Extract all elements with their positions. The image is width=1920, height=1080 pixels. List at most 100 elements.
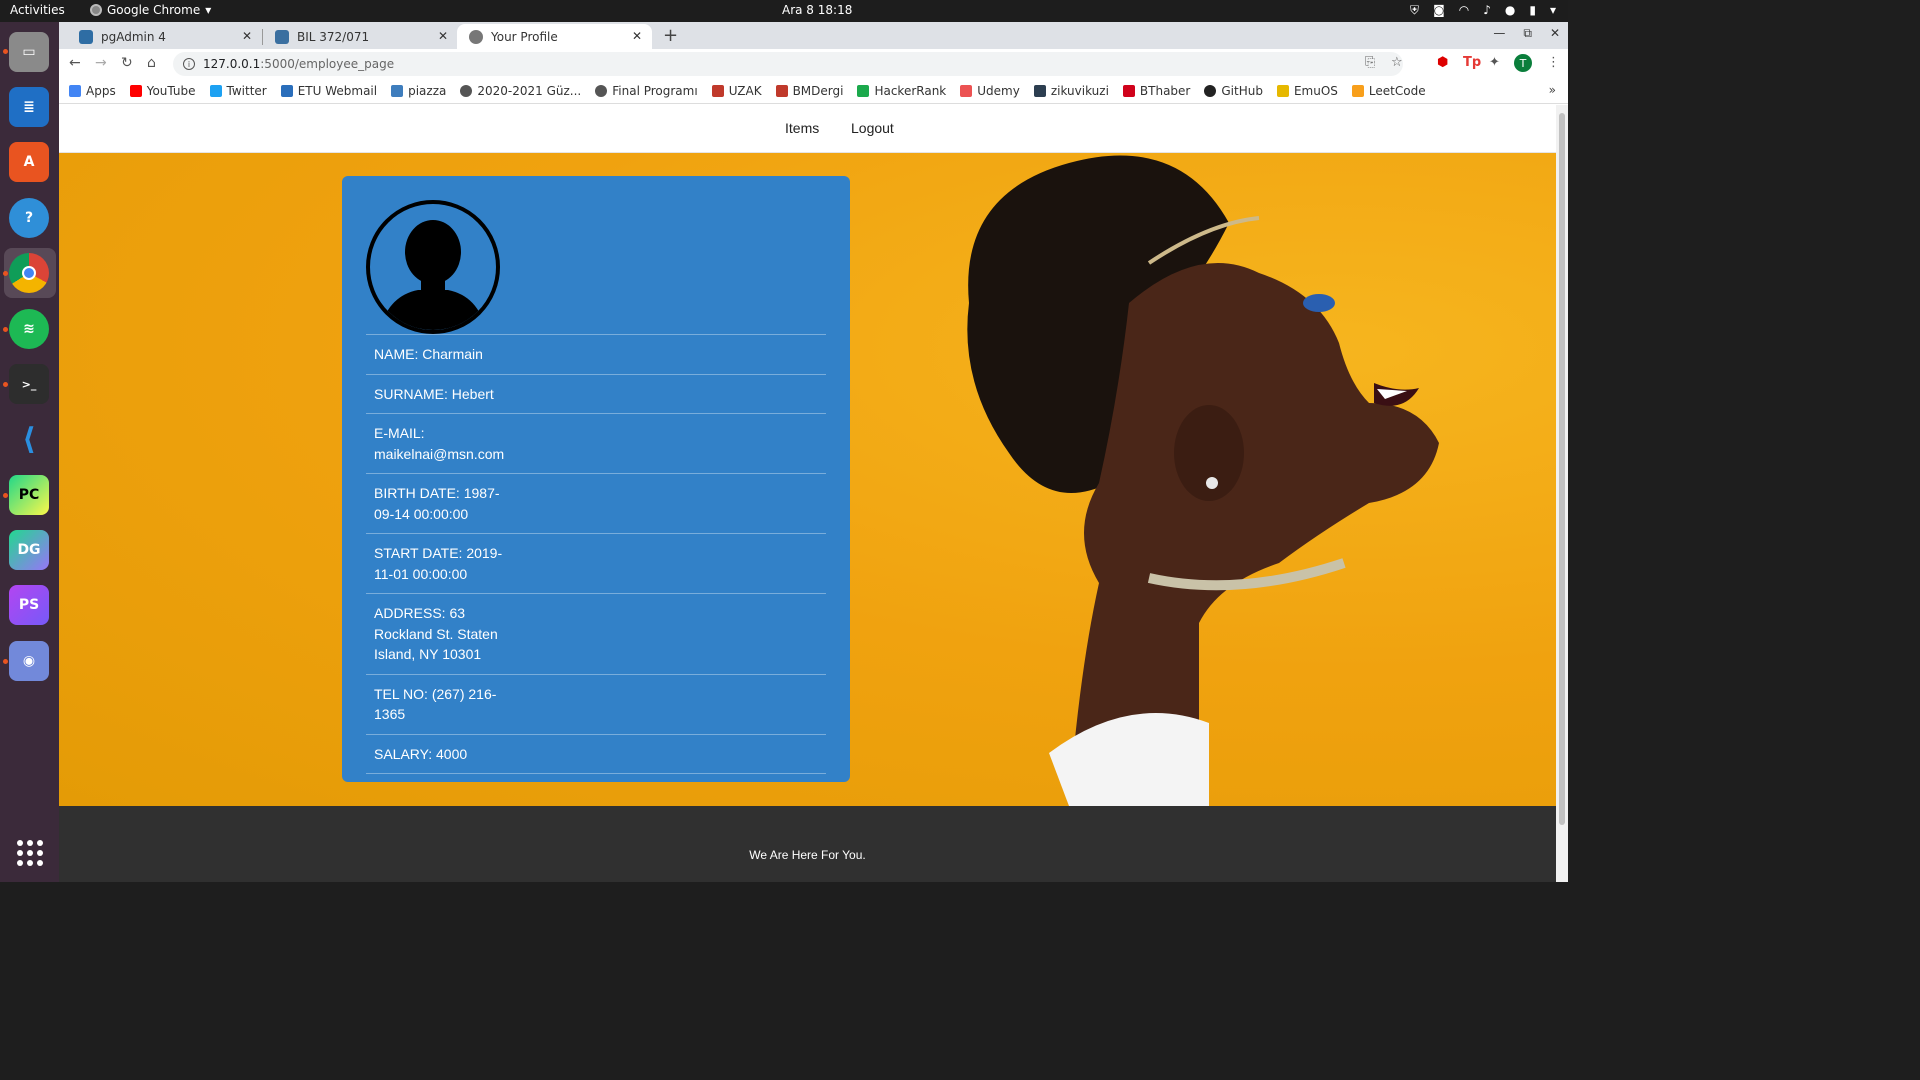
chrome-dock-icon[interactable]	[9, 253, 49, 293]
home-icon[interactable]: ⌂	[147, 55, 156, 71]
bookmark-emuos[interactable]: EmuOS	[1276, 84, 1338, 98]
bookmark-final-programi[interactable]: Final Programı	[595, 84, 698, 98]
bookmark-etu-webmail[interactable]: ETU Webmail	[280, 84, 377, 98]
star-icon[interactable]: ☆	[1391, 55, 1403, 70]
nav-items-link[interactable]: Items	[785, 120, 819, 136]
bookmark-piazza[interactable]: piazza	[391, 84, 446, 98]
field-text: E-MAIL: maikelnai@msn.com	[374, 425, 505, 462]
bookmark-label: BThaber	[1139, 84, 1191, 98]
software-center-icon[interactable]: A	[9, 142, 49, 182]
battery-icon[interactable]: ▮	[1529, 3, 1536, 18]
profile-card: NAME: Charmain SURNAME: Hebert E-MAIL: m…	[342, 176, 850, 782]
hero-section: NAME: Charmain SURNAME: Hebert E-MAIL: m…	[59, 153, 1556, 806]
bookmark-label: LeetCode	[1368, 84, 1426, 98]
bookmark-label: piazza	[408, 84, 447, 98]
files-icon[interactable]: ▭	[9, 32, 49, 72]
pycharm-icon[interactable]: PC	[9, 475, 49, 515]
bookmark-bmdergi[interactable]: BMDergi	[775, 84, 843, 98]
tab-label: pgAdmin 4	[101, 29, 166, 44]
restore-icon[interactable]: ⧉	[1523, 26, 1532, 41]
bookmark-apps[interactable]: Apps	[69, 84, 116, 98]
scrollbar-thumb[interactable]	[1559, 113, 1565, 825]
minimize-icon[interactable]: —	[1493, 26, 1505, 41]
leetcode-icon	[1351, 85, 1364, 97]
globe-favicon-icon	[469, 29, 483, 44]
bookmark-label: Udemy	[977, 84, 1020, 98]
nav-logout-link[interactable]: Logout	[851, 120, 894, 136]
clock[interactable]: Ara 8 18:18	[782, 3, 852, 17]
field-text: NAME: Charmain	[374, 346, 483, 362]
tab-label: Your Profile	[491, 29, 558, 44]
person-silhouette-icon	[380, 220, 486, 330]
phpstorm-icon[interactable]: PS	[9, 585, 49, 625]
spotify-icon[interactable]: ≋	[9, 309, 49, 349]
extensions-puzzle-icon[interactable]: ✦	[1489, 55, 1500, 70]
tab-your-profile[interactable]: Your Profile ✕	[457, 24, 652, 49]
piazza-favicon-icon	[275, 29, 289, 44]
bookmark-twitter[interactable]: Twitter	[209, 84, 267, 98]
close-icon[interactable]: ✕	[438, 29, 448, 43]
profile-avatar[interactable]: T	[1514, 54, 1532, 72]
bookmark-guz[interactable]: 2020-2021 Güz...	[460, 84, 581, 98]
bookmark-label: EmuOS	[1293, 84, 1338, 98]
app-menu[interactable]: Google Chrome ▾	[90, 3, 211, 17]
twitter-icon	[209, 85, 222, 97]
bookmark-label: zikuvikuzi	[1050, 84, 1109, 98]
reload-icon[interactable]: ↻	[121, 55, 133, 71]
tab-bil[interactable]: BIL 372/071 ✕	[263, 24, 458, 49]
activities-button[interactable]: Activities	[10, 3, 65, 17]
running-indicator	[3, 49, 8, 54]
close-icon[interactable]: ✕	[632, 29, 642, 43]
globe-icon	[460, 85, 473, 97]
discord-tray-icon[interactable]: ◙	[1433, 3, 1445, 18]
back-icon[interactable]: ←	[69, 55, 81, 71]
extension-tp-icon[interactable]: Tp	[1463, 55, 1481, 70]
vscode-icon[interactable]: ⟨	[9, 419, 49, 459]
hackerrank-icon	[857, 85, 870, 97]
running-indicator	[3, 382, 8, 387]
close-window-icon[interactable]: ✕	[1550, 26, 1560, 41]
new-tab-button[interactable]: +	[663, 25, 678, 46]
terminal-icon[interactable]: >_	[9, 364, 49, 404]
datagrip-icon[interactable]: DG	[9, 530, 49, 570]
field-text: SURNAME: Hebert	[374, 385, 494, 402]
show-apps-icon[interactable]	[17, 840, 43, 866]
avatar	[366, 200, 500, 334]
field-name: NAME: Charmain	[366, 334, 826, 374]
forward-icon[interactable]: →	[95, 55, 107, 71]
volume-icon[interactable]: ♪	[1483, 3, 1491, 18]
bookmarks-overflow-icon[interactable]: »	[1549, 83, 1556, 97]
bookmark-hackerrank[interactable]: HackerRank	[857, 84, 946, 98]
os-top-bar: Activities Google Chrome ▾ Ara 8 18:18 ⛨…	[0, 0, 1568, 22]
translate-icon[interactable]: ⎘	[1365, 55, 1375, 70]
bookmarks-bar: Apps YouTube Twitter ETU Webmail piazza …	[59, 79, 1568, 104]
close-icon[interactable]: ✕	[242, 29, 252, 43]
page-scrollbar[interactable]	[1556, 105, 1568, 882]
wifi-icon[interactable]: ◠	[1459, 3, 1469, 18]
globe-icon	[595, 85, 608, 97]
bookmark-zikuvikuzi[interactable]: zikuvikuzi	[1033, 84, 1109, 98]
bookmark-uzak[interactable]: UZAK	[711, 84, 762, 98]
menu-kebab-icon[interactable]: ⋮	[1547, 55, 1560, 70]
help-icon[interactable]: ?	[9, 198, 49, 238]
bookmark-udemy[interactable]: Udemy	[960, 84, 1020, 98]
writer-icon[interactable]: ≣	[9, 87, 49, 127]
discord-icon[interactable]: ◉	[9, 641, 49, 681]
address-bar[interactable]: i 127.0.0.1:5000/employee_page	[173, 52, 1403, 76]
system-tray[interactable]: ⛨ ◙ ◠ ♪ ● ▮ ▾	[1410, 3, 1556, 18]
bookmark-github[interactable]: GitHub	[1204, 84, 1263, 98]
shield-icon[interactable]: ⛨	[1410, 3, 1419, 18]
field-salary: SALARY: 4000	[366, 733, 826, 774]
bookmark-leetcode[interactable]: LeetCode	[1351, 84, 1426, 98]
field-text: START DATE: 2019-11-01 00:00:00	[374, 545, 503, 582]
tab-pgadmin[interactable]: pgAdmin 4 ✕	[67, 24, 263, 49]
running-indicator	[3, 659, 8, 664]
microphone-icon[interactable]: ●	[1505, 3, 1515, 18]
adblock-icon[interactable]: ⬢	[1437, 55, 1448, 70]
profile-field-list: NAME: Charmain SURNAME: Hebert E-MAIL: m…	[366, 334, 826, 774]
field-text: BIRTH DATE: 1987-09-14 00:00:00	[374, 485, 500, 522]
chevron-down-icon[interactable]: ▾	[1550, 3, 1556, 18]
bookmark-bthaber[interactable]: BThaber	[1122, 84, 1191, 98]
bookmark-youtube[interactable]: YouTube	[129, 84, 196, 98]
site-info-icon[interactable]: i	[183, 58, 195, 70]
